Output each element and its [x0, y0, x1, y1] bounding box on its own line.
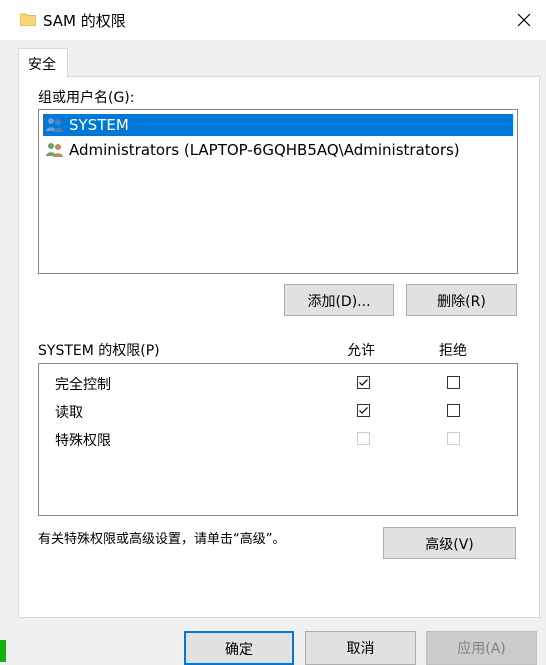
advanced-button[interactable]: 高级(V)	[383, 527, 516, 559]
add-button-label: 添加(D)...	[307, 294, 371, 310]
tab-label: 安全	[28, 57, 56, 73]
background-window-edge	[0, 640, 6, 662]
allow-read-checkbox[interactable]	[357, 404, 370, 417]
list-item[interactable]: SYSTEM	[43, 114, 513, 136]
cancel-button[interactable]: 取消	[305, 631, 416, 665]
remove-button[interactable]: 删除(R)	[406, 284, 517, 316]
tab-security[interactable]: 安全	[18, 48, 68, 78]
apply-button-label: 应用(A)	[457, 641, 506, 657]
list-item[interactable]: Administrators (LAPTOP-6GQHB5AQ\Administ…	[43, 139, 513, 161]
folder-icon	[19, 12, 37, 27]
checkmark-icon	[359, 379, 368, 386]
user-group-icon	[45, 142, 65, 158]
permission-name: 读取	[55, 405, 83, 421]
user-label: SYSTEM	[69, 116, 129, 134]
allow-header: 允许	[347, 343, 375, 359]
allow-full-control-checkbox[interactable]	[357, 376, 370, 389]
remove-button-label: 删除(R)	[437, 294, 486, 310]
permissions-list: 完全控制 读取 特殊权限	[38, 363, 518, 516]
ok-button-label: 确定	[225, 642, 253, 658]
deny-full-control-checkbox[interactable]	[447, 376, 460, 389]
window-title: SAM 的权限	[43, 12, 126, 30]
checkmark-icon	[359, 407, 368, 414]
users-label: 组或用户名(G):	[38, 90, 135, 106]
permission-name: 完全控制	[55, 377, 111, 393]
deny-special-checkbox	[447, 432, 460, 445]
allow-special-checkbox	[357, 432, 370, 445]
user-group-icon	[45, 117, 65, 133]
deny-header: 拒绝	[439, 343, 467, 359]
users-list[interactable]: SYSTEM Administrators (LAPTOP-6GQHB5AQ\A…	[38, 109, 518, 274]
add-button[interactable]: 添加(D)...	[284, 284, 394, 316]
advanced-button-label: 高级(V)	[425, 537, 474, 553]
close-button[interactable]	[505, 4, 543, 36]
ok-button[interactable]: 确定	[184, 631, 294, 665]
advanced-hint: 有关特殊权限或高级设置，请单击“高级”。	[38, 532, 286, 547]
permission-name: 特殊权限	[55, 433, 111, 449]
deny-read-checkbox[interactable]	[447, 404, 460, 417]
user-label: Administrators (LAPTOP-6GQHB5AQ\Administ…	[69, 141, 460, 159]
close-icon	[517, 13, 531, 27]
permissions-label: SYSTEM 的权限(P)	[38, 343, 160, 359]
cancel-button-label: 取消	[346, 641, 375, 657]
apply-button: 应用(A)	[426, 631, 537, 665]
